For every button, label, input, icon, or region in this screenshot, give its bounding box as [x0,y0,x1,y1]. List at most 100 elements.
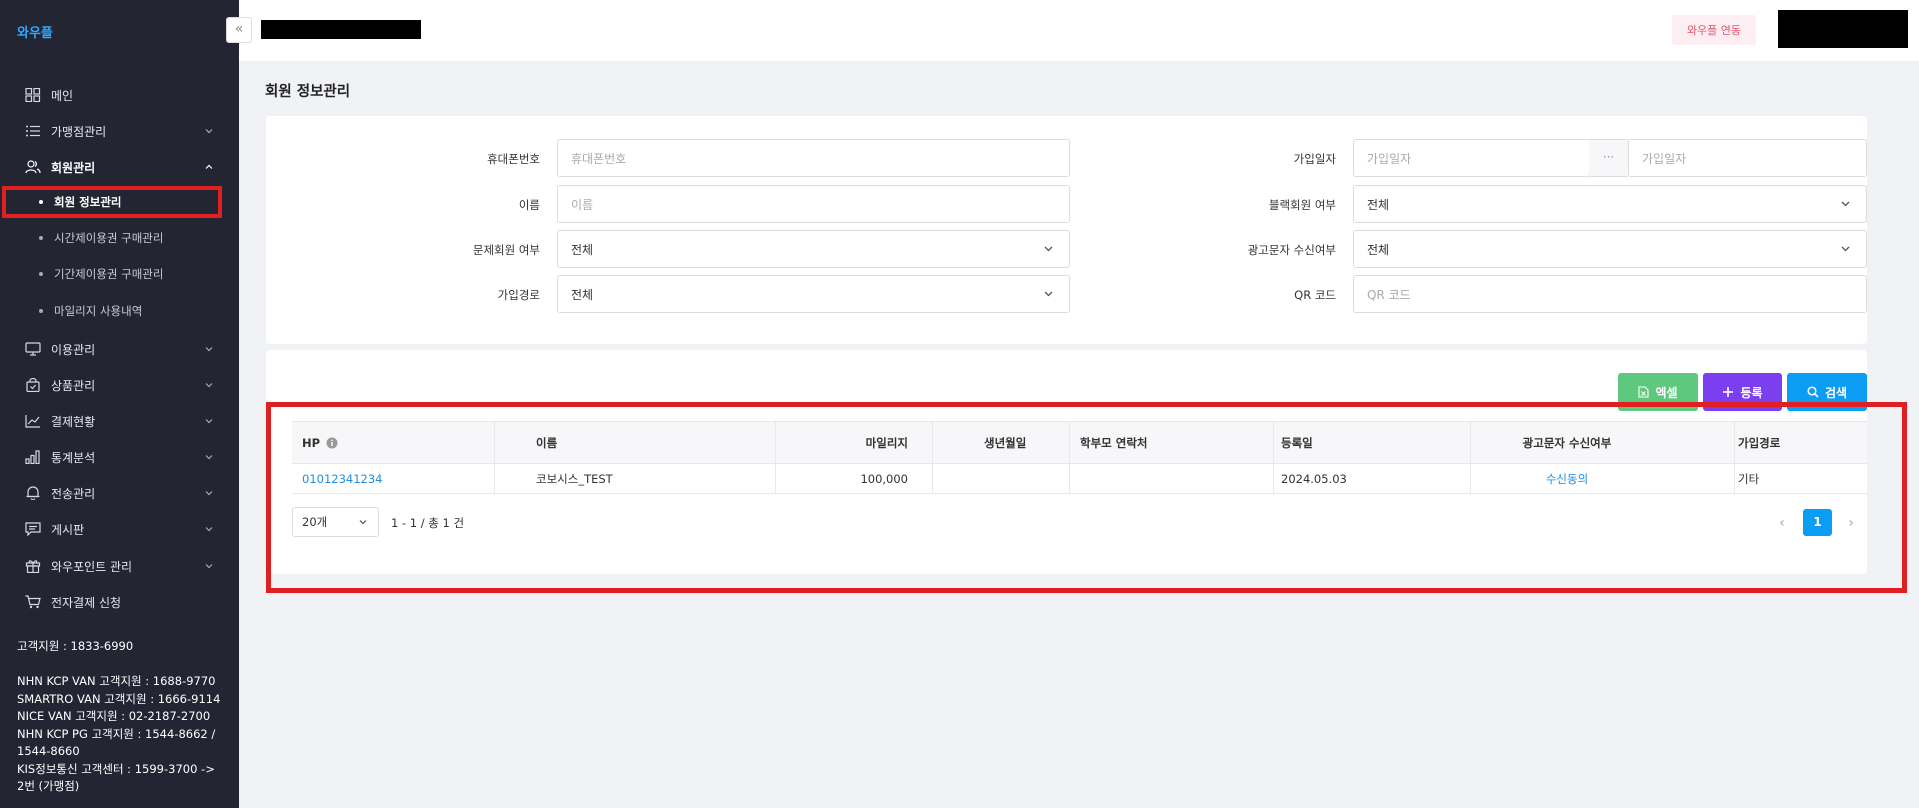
sidebar-subitem-label: 기간제이용권 구매관리 [54,267,164,281]
chevron-down-icon [205,345,213,353]
bullet-icon [39,272,43,276]
gift-icon [25,559,41,573]
qr-label: QR 코드 [1294,288,1336,302]
sidebar-item-epayment[interactable]: 전자결제 신청 [0,587,239,617]
sidebar-item-label: 결제현황 [51,414,96,429]
joindate-to-input[interactable]: 가입일자 [1628,139,1867,177]
route-label: 가입경로 [497,288,540,302]
wowple-sync-button[interactable]: 와우플 연동 [1672,15,1756,45]
select-value: 전체 [1367,242,1390,257]
support-lines: NHN KCP VAN 고객지원 : 1688-9770 SMARTRO VAN… [17,673,220,796]
sidebar-subitem-hourly-pass[interactable]: 시간제이용권 구매관리 [0,224,239,252]
chevron-up-icon [205,163,213,171]
sidebar-item-label: 통계분석 [51,450,96,465]
support-main: 고객지원 : 1833-6990 [17,639,134,653]
name-input[interactable]: 이름 [557,185,1070,223]
sidebar-item-stores[interactable]: 가맹점관리 [0,116,239,146]
bar-chart-icon [25,450,41,464]
sidebar-subitem-label: 시간제이용권 구매관리 [54,231,164,245]
route-select[interactable]: 전체 [557,275,1070,313]
sidebar-item-label: 게시판 [51,522,85,537]
chevron-down-icon [205,453,213,461]
support-line: NHN KCP PG 고객지원 : 1544-8662 / [17,726,216,741]
chevron-down-icon [205,127,213,135]
sidebar-item-members[interactable]: 회원관리 [0,152,239,182]
sidebar-item-statistics[interactable]: 통계분석 [0,442,239,472]
sidebar-collapse-button[interactable]: « [226,17,252,43]
chevron-down-icon [205,525,213,533]
chevron-down-icon [205,381,213,389]
select-value: 전체 [1367,197,1390,212]
date-range-separator: ··· [1589,139,1628,177]
blacklist-label: 블랙회원 여부 [1268,198,1336,212]
redacted-title [261,20,421,39]
sidebar-subitem-mileage[interactable]: 마일리지 사용내역 [0,297,239,325]
cart-icon [25,595,41,609]
sidebar-item-label: 전자결제 신청 [51,595,122,610]
search-button-label: 검색 [1824,385,1848,400]
ad-consent-label: 광고문자 수신여부 [1247,243,1336,257]
chevron-down-icon [1841,199,1850,208]
top-bar [239,0,1919,61]
sidebar-item-label: 와우포인트 관리 [51,559,133,574]
support-line: KIS정보통신 고객센터 : 1599-3700 -> [17,761,215,776]
phone-input[interactable]: 휴대폰번호 [557,139,1070,177]
register-button-label: 등록 [1740,385,1763,400]
select-value: 전체 [571,287,594,302]
chevron-down-icon [1044,244,1053,253]
sidebar-item-label: 전송관리 [51,486,96,501]
sidebar-item-usage[interactable]: 이용관리 [0,334,239,364]
sidebar-item-label: 가맹점관리 [51,124,107,139]
sidebar-item-board[interactable]: 게시판 [0,514,239,544]
sidebar-item-messaging[interactable]: 전송관리 [0,478,239,508]
bullet-icon [39,236,43,240]
sidebar-item-wowpoint[interactable]: 와우포인트 관리 [0,551,239,581]
support-line: 2번 (가맹점) [17,779,80,793]
sidebar-subitem-label: 마일리지 사용내역 [54,304,143,318]
select-value: 전체 [571,242,594,257]
qr-input[interactable]: QR 코드 [1353,275,1867,313]
sidebar-item-label: 회원관리 [51,160,96,175]
chevron-down-icon [205,562,213,570]
highlight-box-table [266,402,1907,593]
grid-icon [25,88,41,102]
message-icon [25,522,41,536]
users-icon [25,160,41,174]
plus-icon [1722,386,1734,398]
joindate-from-input[interactable]: 가입일자 [1353,139,1590,177]
monitor-icon [25,342,41,356]
list-icon [25,124,41,138]
sidebar-item-main[interactable]: 메인 [0,80,239,110]
bullet-icon [39,309,43,313]
chevron-down-icon [1841,244,1850,253]
excel-button-label: 엑셀 [1655,385,1678,400]
problem-member-label: 문제회원 여부 [472,243,540,257]
support-line: NICE VAN 고객지원 : 02-2187-2700 [17,709,211,723]
app-logo[interactable]: 와우플 [17,22,53,41]
blacklist-select[interactable]: 전체 [1353,185,1867,223]
sidebar-item-products[interactable]: 상품관리 [0,370,239,400]
name-label: 이름 [518,198,540,212]
chevron-down-icon [1044,289,1053,298]
highlight-box-sidebar [2,186,222,218]
trend-icon [25,414,41,428]
sidebar-item-label: 상품관리 [51,378,96,393]
page-title: 회원 정보관리 [265,84,351,100]
sidebar-item-payments[interactable]: 결제현황 [0,406,239,436]
sidebar: 와우플 메인 가맹점관리 회원관리 회원 정보관리 시간제이용권 구매관리 기간… [0,0,239,808]
joindate-label: 가입일자 [1293,152,1336,166]
ad-consent-select[interactable]: 전체 [1353,230,1867,268]
support-line: 1544-8660 [17,744,80,758]
phone-label: 휴대폰번호 [487,152,540,166]
support-line: SMARTRO VAN 고객지원 : 1666-9114 [17,691,221,706]
chevron-down-icon [205,417,213,425]
redacted-user [1778,10,1908,48]
excel-file-icon [1638,386,1650,398]
search-icon [1807,386,1819,398]
sidebar-subitem-period-pass[interactable]: 기간제이용권 구매관리 [0,260,239,288]
support-line: NHN KCP VAN 고객지원 : 1688-9770 [17,674,216,688]
bell-icon [25,486,41,500]
problem-member-select[interactable]: 전체 [557,230,1070,268]
sidebar-item-label: 이용관리 [51,342,96,357]
bag-icon [25,378,41,392]
